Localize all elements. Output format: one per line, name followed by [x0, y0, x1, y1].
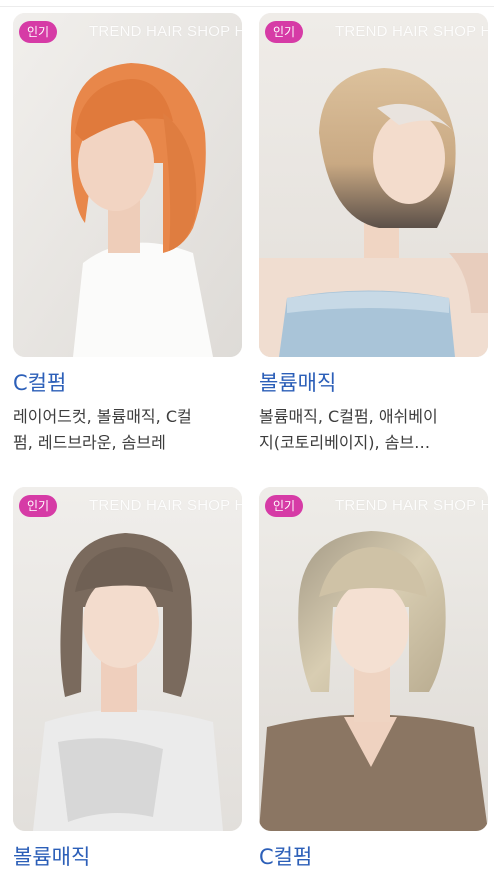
- popular-badge: 인기: [265, 21, 304, 43]
- style-title[interactable]: C컬펌: [13, 369, 242, 397]
- style-thumbnail[interactable]: SE TREND HAIR SHOP H 인기: [13, 13, 242, 357]
- style-title[interactable]: 볼륨매직: [13, 843, 242, 871]
- style-tags: 볼륨매직, C컬펌, 애쉬베이 지(코토리베이지), 솜브…: [259, 404, 488, 456]
- style-title[interactable]: C컬펌: [259, 843, 488, 871]
- style-thumbnail[interactable]: SE TREND HAIR SHOP H 인기: [259, 13, 488, 357]
- style-tags-line: 볼륨매직, C컬펌, 애쉬베이: [259, 407, 438, 426]
- style-tags: 레이어드컷, 볼륨매직, C컬 펌, 레드브라운, 솜브레: [13, 404, 242, 456]
- style-card[interactable]: SE TREND HAIR SHOP H 인기 볼륨매직: [13, 487, 242, 871]
- style-tags-line: 레이어드컷, 볼륨매직, C컬: [13, 407, 192, 426]
- style-tags-line: 펌, 레드브라운, 솜브레: [13, 433, 166, 452]
- model-photo-beige-bob: [259, 487, 488, 831]
- style-tags-line: 지(코토리베이지), 솜브…: [259, 433, 431, 452]
- popular-badge: 인기: [265, 495, 304, 517]
- model-photo-orange-layered-bob: [13, 13, 242, 357]
- style-title[interactable]: 볼륨매직: [259, 369, 488, 397]
- style-thumbnail[interactable]: SE TREND HAIR SHOP H 인기: [13, 487, 242, 831]
- style-card[interactable]: SE TREND HAIR SHOP H 인기 C컬펌: [259, 487, 488, 871]
- style-card[interactable]: SE TREND HAIR SHOP H 인기 C컬펌 레이어드컷, 볼륨매직,…: [13, 13, 242, 456]
- style-thumbnail[interactable]: SE TREND HAIR SHOP H 인기: [259, 487, 488, 831]
- style-card[interactable]: SE TREND HAIR SHOP H 인기 볼륨매직 볼륨매직, C컬펌, …: [259, 13, 488, 456]
- popular-badge: 인기: [19, 21, 58, 43]
- popular-badge: 인기: [19, 495, 58, 517]
- model-photo-ash-beige-bob: [259, 13, 488, 357]
- top-divider: [0, 6, 494, 7]
- model-photo-brown-bob-bangs: [13, 487, 242, 831]
- hairstyle-gallery: SE TREND HAIR SHOP H 인기 C컬펌 레이어드컷, 볼륨매직,…: [0, 0, 494, 874]
